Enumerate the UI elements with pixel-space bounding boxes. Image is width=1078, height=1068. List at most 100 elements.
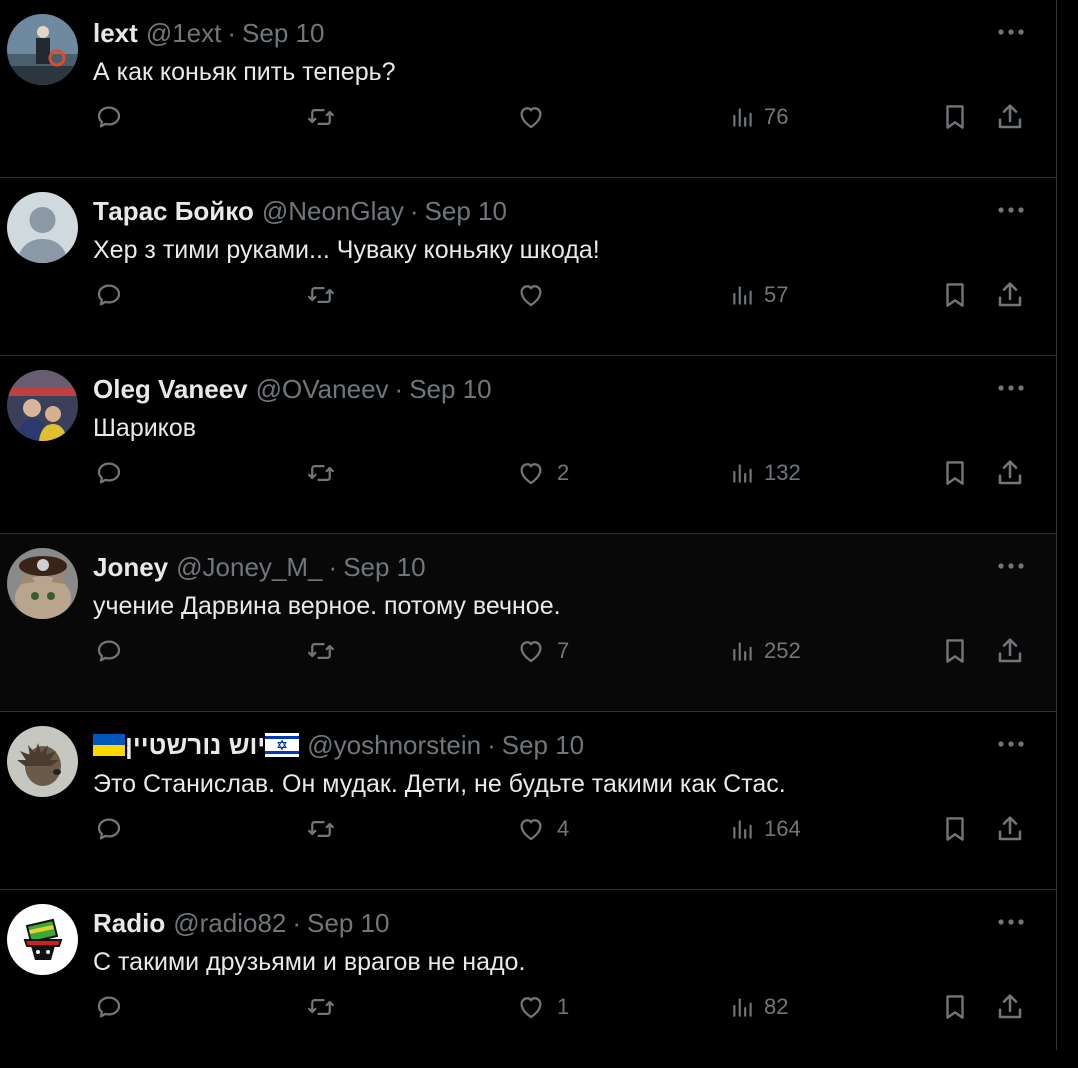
retweet-icon <box>308 821 334 837</box>
bookmark-button[interactable] <box>940 812 970 846</box>
tweet[interactable]: lext @1ext · Sep 10 А как коньяк пить те… <box>0 0 1056 178</box>
bookmark-button[interactable] <box>940 634 970 668</box>
retweet-icon <box>308 109 334 125</box>
analytics-icon <box>733 464 752 483</box>
author-name[interactable]: יוש נורשטיין <box>125 730 265 761</box>
heart-icon <box>520 819 542 841</box>
share-icon <box>998 816 1022 841</box>
tweet-header: יוש נורשטיין @yoshnorstein · Sep 10 <box>93 728 584 762</box>
analytics-icon <box>733 286 752 305</box>
tweet-text: А как коньяк пить теперь? <box>93 58 396 86</box>
tweet-header: Oleg Vaneev @OVaneev · Sep 10 <box>93 372 492 406</box>
tweet-date[interactable]: Sep 10 <box>502 730 584 761</box>
views-button[interactable]: 132 <box>730 456 801 490</box>
bookmark-button[interactable] <box>940 100 970 134</box>
reply-button[interactable] <box>94 278 124 312</box>
author-name[interactable]: Radio <box>93 908 165 939</box>
retweet-button[interactable] <box>304 812 338 846</box>
share-icon <box>998 282 1022 307</box>
tweet[interactable]: Joney @Joney_M_ · Sep 10 учение Дарвина … <box>0 534 1056 712</box>
retweet-icon <box>308 643 334 659</box>
separator-dot: · <box>487 729 496 760</box>
heart-icon <box>520 285 542 307</box>
more-icon <box>998 919 1024 925</box>
avatar[interactable] <box>7 370 78 441</box>
analytics-icon <box>733 108 752 127</box>
author-name[interactable]: Тарас Бойко <box>93 196 254 227</box>
reply-button[interactable] <box>94 812 124 846</box>
retweet-button[interactable] <box>304 278 338 312</box>
avatar[interactable] <box>7 904 78 975</box>
reply-button[interactable] <box>94 456 124 490</box>
share-button[interactable] <box>994 456 1026 490</box>
like-button[interactable] <box>515 278 557 312</box>
tweet-date[interactable]: Sep 10 <box>307 908 389 939</box>
share-icon <box>998 460 1022 485</box>
author-handle[interactable]: @NeonGlay <box>262 196 404 227</box>
author-handle[interactable]: @radio82 <box>173 908 286 939</box>
avatar[interactable] <box>7 192 78 263</box>
reply-button[interactable] <box>94 634 124 668</box>
separator-dot: · <box>292 907 302 938</box>
tweet-date[interactable]: Sep 10 <box>242 18 324 49</box>
tweet-header: Radio @radio82 · Sep 10 <box>93 906 389 940</box>
tweet-text: Хер з тими руками... Чуваку коньяку шкод… <box>93 236 600 264</box>
share-button[interactable] <box>994 634 1026 668</box>
tweet[interactable]: Тарас Бойко @NeonGlay · Sep 10 Хер з тим… <box>0 178 1056 356</box>
share-button[interactable] <box>994 990 1026 1024</box>
bookmark-button[interactable] <box>940 990 970 1024</box>
retweet-button[interactable] <box>304 456 338 490</box>
reply-feed: lext @1ext · Sep 10 А как коньяк пить те… <box>0 0 1056 1050</box>
more-options-button[interactable] <box>995 194 1027 226</box>
tweet-header: lext @1ext · Sep 10 <box>93 16 324 50</box>
reply-icon <box>97 996 121 1018</box>
tweet-date[interactable]: Sep 10 <box>425 196 507 227</box>
author-name[interactable]: Oleg Vaneev <box>93 374 248 405</box>
tweet-date[interactable]: Sep 10 <box>409 374 491 405</box>
author-handle[interactable]: @Joney_M_ <box>176 552 322 583</box>
author-handle[interactable]: @yoshnorstein <box>307 730 481 761</box>
tweet-date[interactable]: Sep 10 <box>343 552 425 583</box>
like-button[interactable]: 1 <box>515 990 569 1024</box>
author-handle[interactable]: @OVaneev <box>256 374 389 405</box>
avatar[interactable] <box>7 14 78 85</box>
reply-button[interactable] <box>94 990 124 1024</box>
more-options-button[interactable] <box>995 16 1027 48</box>
author-name[interactable]: Joney <box>93 552 168 583</box>
tweet[interactable]: Radio @radio82 · Sep 10 С такими друзьям… <box>0 890 1056 1068</box>
views-button[interactable]: 252 <box>730 634 801 668</box>
views-button[interactable]: 76 <box>730 100 788 134</box>
like-button[interactable]: 4 <box>515 812 569 846</box>
avatar[interactable] <box>7 548 78 619</box>
more-options-button[interactable] <box>995 372 1027 404</box>
share-button[interactable] <box>994 100 1026 134</box>
views-button[interactable]: 164 <box>730 812 801 846</box>
retweet-button[interactable] <box>304 634 338 668</box>
author-name[interactable]: lext <box>93 18 138 49</box>
share-button[interactable] <box>994 812 1026 846</box>
retweet-icon <box>308 465 334 481</box>
tweet[interactable]: יוש נורשטיין @yoshnorstein · Sep 10 Это … <box>0 712 1056 890</box>
views-button[interactable]: 57 <box>730 278 788 312</box>
bookmark-button[interactable] <box>940 278 970 312</box>
like-button[interactable] <box>515 100 557 134</box>
tweet[interactable]: Oleg Vaneev @OVaneev · Sep 10 Шариков 2 … <box>0 356 1056 534</box>
retweet-button[interactable] <box>304 990 338 1024</box>
like-button[interactable]: 7 <box>515 634 569 668</box>
more-icon <box>998 207 1024 213</box>
view-count: 132 <box>764 460 801 485</box>
like-button[interactable]: 2 <box>515 456 569 490</box>
more-options-button[interactable] <box>995 906 1027 938</box>
avatar[interactable] <box>7 726 78 797</box>
bookmark-button[interactable] <box>940 456 970 490</box>
view-count: 82 <box>764 994 789 1019</box>
tweet-header: Joney @Joney_M_ · Sep 10 <box>93 550 426 584</box>
views-button[interactable]: 82 <box>730 990 788 1024</box>
retweet-button[interactable] <box>304 100 338 134</box>
bookmark-icon <box>946 995 964 1019</box>
reply-button[interactable] <box>94 100 124 134</box>
share-button[interactable] <box>994 278 1026 312</box>
more-options-button[interactable] <box>995 550 1027 582</box>
author-handle[interactable]: @1ext <box>146 18 222 49</box>
more-options-button[interactable] <box>995 728 1027 760</box>
